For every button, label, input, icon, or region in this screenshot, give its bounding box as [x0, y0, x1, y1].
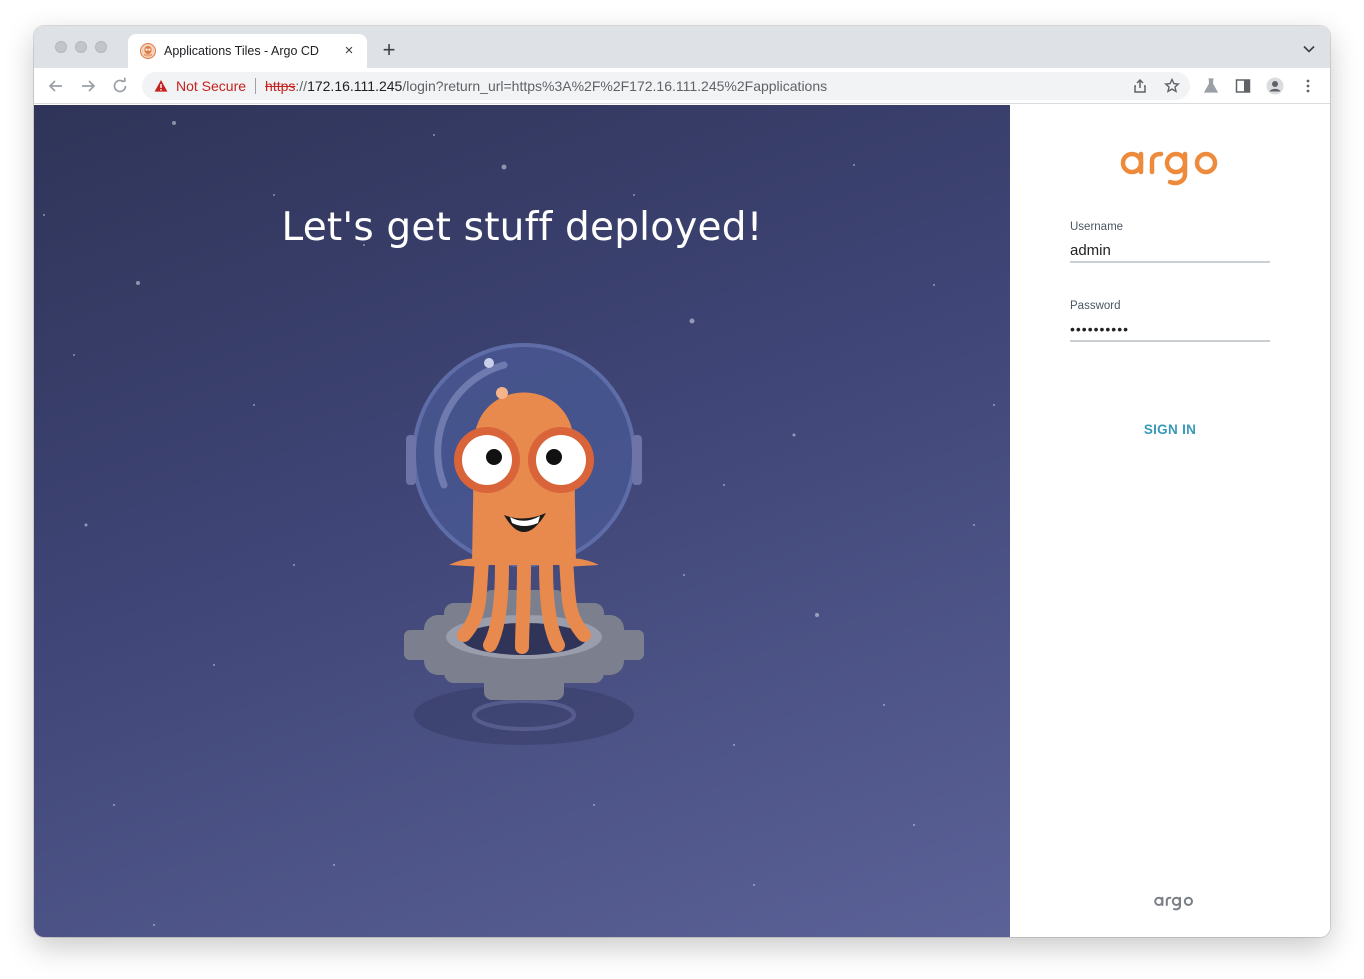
tab-title: Applications Tiles - Argo CD [164, 44, 319, 58]
argo-logo-icon [1120, 151, 1218, 186]
arrow-right-icon[interactable] [78, 76, 98, 96]
login-panel: Username Password SIGN IN [1010, 105, 1330, 937]
url-host: 172.16.111.245 [307, 78, 403, 94]
argo-login-page: Let's get stuff deployed! Username admin… [34, 105, 1330, 937]
flask-icon[interactable] [1202, 77, 1220, 95]
arrow-left-icon[interactable] [46, 76, 66, 96]
username-group: Username [1070, 221, 1270, 263]
password-group: Password [1070, 300, 1270, 342]
argo-octopus-mascot-icon [404, 343, 644, 745]
url-separator: :// [295, 78, 308, 94]
password-input[interactable] [1070, 318, 1270, 342]
tab-close-icon[interactable]: × [341, 43, 357, 59]
share-icon[interactable] [1132, 78, 1148, 94]
close-window-button[interactable] [55, 41, 67, 53]
maximize-window-button[interactable] [95, 41, 107, 53]
warning-triangle-icon[interactable] [154, 79, 168, 93]
new-tab-button[interactable]: + [378, 39, 400, 61]
password-label: Password [1070, 300, 1121, 312]
security-status[interactable]: Not Secure [176, 78, 246, 94]
hero-heading: Let's get stuff deployed! [281, 205, 763, 250]
url-text[interactable]: https://172.16.111.245/login?return_url=… [265, 78, 827, 94]
url-scheme: https [265, 78, 296, 94]
side-panel-icon[interactable] [1234, 77, 1252, 95]
username-input[interactable] [1070, 239, 1270, 263]
profile-icon[interactable] [1266, 77, 1284, 95]
browser-toolbar: Not Secure https://172.16.111.245/login?… [34, 68, 1330, 104]
tab-strip: Applications Tiles - Argo CD × + [34, 26, 1330, 68]
minimize-window-button[interactable] [75, 41, 87, 53]
reload-icon[interactable] [110, 76, 130, 96]
address-divider [255, 78, 257, 94]
star-icon[interactable] [1164, 78, 1180, 94]
chevron-down-icon[interactable] [1302, 42, 1316, 56]
argo-footer-logo-icon [1154, 896, 1193, 911]
address-bar[interactable]: Not Secure https://172.16.111.245/login?… [142, 72, 1190, 100]
username-label: Username [1070, 221, 1124, 233]
tab-argo-cd[interactable]: Applications Tiles - Argo CD × [128, 34, 367, 68]
browser-window: Applications Tiles - Argo CD × + Not Sec… [34, 26, 1330, 937]
hero-panel: Let's get stuff deployed! [34, 105, 1010, 937]
argo-favicon-icon [140, 43, 156, 59]
kebab-menu-icon[interactable] [1299, 77, 1317, 95]
sign-in-button[interactable]: SIGN IN [1070, 417, 1270, 441]
url-path: /login?return_url=https%3A%2F%2F172.16.1… [402, 78, 828, 94]
